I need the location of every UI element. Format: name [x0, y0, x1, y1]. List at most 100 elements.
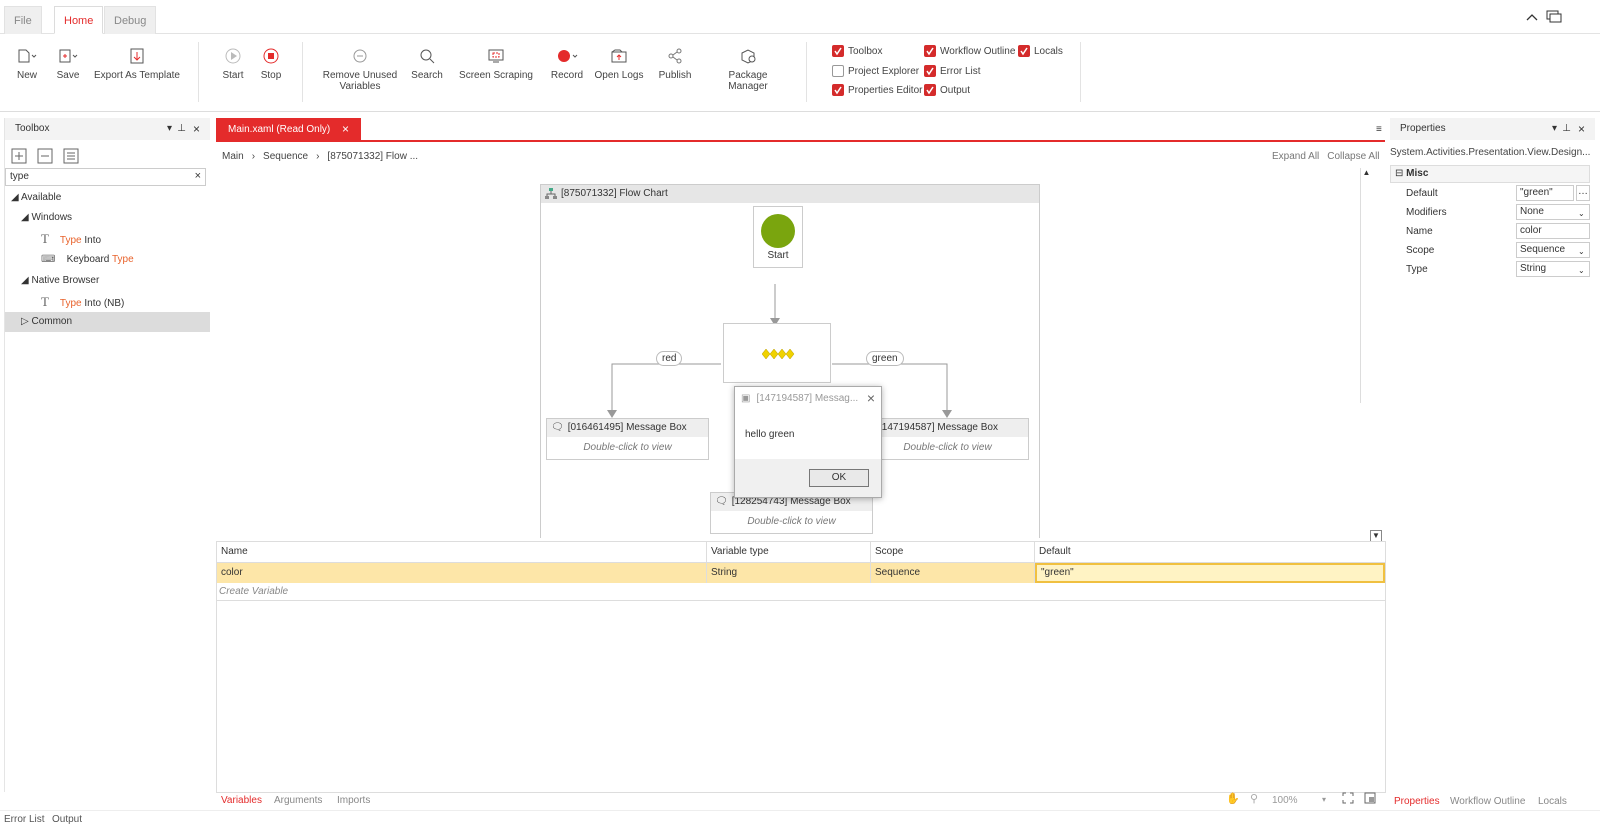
tab-workflow-outline[interactable]: Workflow Outline [1450, 796, 1525, 807]
tree-item-keyboard-type[interactable]: ⌨ Keyboard Type [5, 250, 210, 270]
message-box-147194587[interactable]: [147194587] Message Box Double-click to … [866, 418, 1029, 460]
overview-icon[interactable] [1364, 792, 1376, 804]
flow-switch-node[interactable] [723, 323, 831, 383]
vertical-scrollbar[interactable]: ▲ [1360, 168, 1372, 403]
properties-editor-checkbox[interactable]: Properties Editor [832, 84, 922, 96]
remove-unused-variables-button[interactable]: Remove Unused Variables [320, 42, 400, 92]
chevron-down-icon[interactable]: ⌄ [1578, 204, 1585, 223]
toolbox-checkbox[interactable]: Toolbox [832, 45, 882, 57]
chevron-down-icon[interactable]: ⌄ [1578, 261, 1585, 280]
error-list-checkbox[interactable]: Error List [924, 65, 981, 77]
message-box-128254743[interactable]: 🗨 [128254743] Message Box Double-click to… [710, 492, 873, 534]
locals-checkbox[interactable]: Locals [1018, 45, 1063, 57]
open-logs-button[interactable]: Open Logs [594, 42, 644, 81]
new-button[interactable]: New [10, 42, 44, 81]
tab-imports[interactable]: Imports [337, 795, 370, 806]
tab-locals[interactable]: Locals [1538, 796, 1567, 807]
screen-scraping-label: Screen Scraping [459, 70, 533, 81]
panel-menu-icon[interactable]: ▾ [1552, 118, 1557, 140]
col-header-default[interactable]: Default [1035, 542, 1385, 562]
hand-tool-icon[interactable]: ✋ [1226, 792, 1240, 805]
tree-item-type-into-nb[interactable]: T Type Into (NB) [5, 292, 210, 312]
start-label: Start [767, 250, 789, 261]
create-variable-row[interactable]: Create Variable [217, 583, 1385, 601]
screen-scraping-button[interactable]: Screen Scraping [458, 42, 534, 81]
package-manager-button[interactable]: Package Manager [708, 42, 788, 92]
breadcrumb-flowchart[interactable]: [875071332] Flow ... [327, 151, 418, 162]
scroll-up-icon[interactable]: ▲ [1361, 168, 1372, 177]
pin-icon[interactable]: ⊥ [1562, 118, 1571, 140]
expand-all-icon[interactable] [11, 148, 27, 164]
tab-main-xaml[interactable]: Main.xaml (Read Only) × [216, 118, 361, 141]
tab-debug[interactable]: Debug [104, 6, 157, 34]
collapse-ribbon-icon[interactable] [1526, 12, 1538, 22]
workflow-outline-checkbox[interactable]: Workflow Outline [924, 45, 1015, 57]
breadcrumb-main[interactable]: Main [222, 151, 244, 162]
message-box-016461495[interactable]: 🗨 [016461495] Message Box Double-click to… [546, 418, 709, 460]
variable-default-cell[interactable]: "green" [1035, 563, 1385, 583]
start-button[interactable]: Start [218, 42, 248, 81]
close-tab-icon[interactable]: × [342, 118, 349, 141]
tab-file[interactable]: File [4, 6, 42, 34]
close-icon[interactable]: × [193, 118, 200, 140]
tree-item-type-into[interactable]: T Type Into [5, 229, 210, 249]
property-value-input[interactable]: color [1516, 223, 1590, 239]
variable-type-cell[interactable]: String [707, 563, 871, 583]
zoom-dropdown-icon[interactable]: ▾ [1322, 795, 1326, 804]
property-value-input[interactable]: "green" [1516, 185, 1574, 201]
project-explorer-checkbox[interactable]: Project Explorer [832, 65, 919, 77]
properties-category-misc[interactable]: ⊟ Misc [1390, 165, 1590, 183]
search-label: Search [411, 70, 443, 81]
text-icon: T [41, 294, 49, 309]
tab-arguments[interactable]: Arguments [274, 795, 322, 806]
col-header-type[interactable]: Variable type [707, 542, 871, 562]
tab-output[interactable]: Output [52, 814, 82, 825]
breadcrumb-sequence[interactable]: Sequence [263, 151, 308, 162]
variables-panel: Name Variable type Scope Default color S… [216, 541, 1386, 793]
collapse-all-link[interactable]: Collapse All [1327, 151, 1379, 162]
export-template-button[interactable]: Export As Template [94, 42, 180, 81]
expand-all-link[interactable]: Expand All [1272, 151, 1319, 162]
dialog-close-icon[interactable]: × [867, 390, 875, 406]
pin-icon[interactable]: ⊥ [177, 118, 186, 140]
stop-label: Stop [260, 70, 282, 81]
fit-to-screen-icon[interactable] [1342, 792, 1354, 804]
clear-search-icon[interactable]: × [195, 170, 201, 182]
tree-item-windows[interactable]: ◢ Windows [5, 208, 210, 228]
tab-variables[interactable]: Variables [221, 795, 262, 806]
tab-overflow-icon[interactable]: ≡ [1376, 124, 1382, 135]
col-header-name[interactable]: Name [217, 542, 707, 562]
variable-scope-cell[interactable]: Sequence [871, 563, 1035, 583]
tab-home[interactable]: Home [54, 6, 104, 34]
toolbox-search-input[interactable]: type × [5, 168, 206, 186]
save-button[interactable]: Save [52, 42, 84, 81]
collapse-all-icon[interactable] [37, 148, 53, 164]
zoom-level[interactable]: 100% [1272, 795, 1298, 806]
record-button[interactable]: Record [546, 42, 588, 81]
col-header-scope[interactable]: Scope [871, 542, 1035, 562]
dialog-ok-button[interactable]: OK [809, 469, 869, 487]
list-view-icon[interactable] [63, 148, 79, 164]
search-button[interactable]: Search [410, 42, 444, 81]
tree-item-native-browser[interactable]: ◢ Native Browser [5, 271, 210, 291]
zoom-icon[interactable]: ⚲ [1250, 792, 1258, 805]
tree-item-common[interactable]: ▷ Common [5, 312, 210, 332]
new-icon [10, 42, 44, 70]
stop-button[interactable]: Stop [256, 42, 286, 81]
start-node[interactable]: Start [753, 206, 803, 268]
panel-menu-icon[interactable]: ▾ [167, 118, 172, 140]
chevron-down-icon[interactable]: ⌄ [1578, 242, 1585, 261]
menu-bar: File Home Debug [0, 0, 1600, 34]
tree-item-available[interactable]: ◢ Available [5, 188, 210, 208]
properties-header: Properties ▾ ⊥ × [1390, 118, 1595, 140]
ellipsis-button[interactable]: … [1576, 185, 1590, 201]
feedback-icon[interactable] [1546, 10, 1562, 24]
publish-button[interactable]: Publish [656, 42, 694, 81]
ribbon-separator [302, 42, 303, 102]
message-box-header: 🗨 [016461495] Message Box [547, 419, 708, 437]
tab-properties[interactable]: Properties [1394, 796, 1440, 807]
tab-error-list[interactable]: Error List [4, 814, 45, 825]
output-checkbox[interactable]: Output [924, 84, 970, 96]
variable-name-cell[interactable]: color [217, 563, 707, 583]
close-icon[interactable]: × [1578, 118, 1585, 140]
